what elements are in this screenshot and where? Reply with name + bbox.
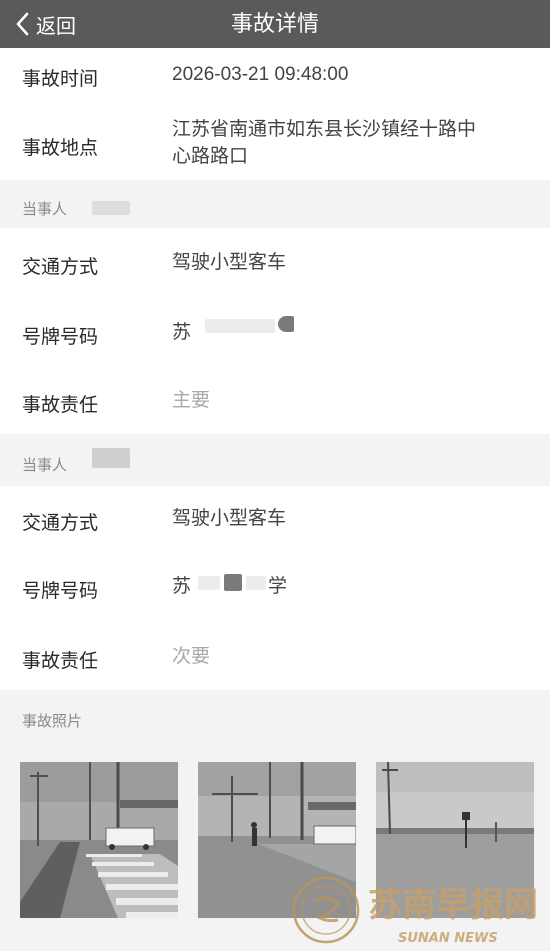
party-1-header: 当事人 bbox=[0, 180, 550, 228]
party-2-resp-row: 事故责任 次要 bbox=[0, 622, 550, 690]
resp-label: 事故责任 bbox=[22, 395, 99, 416]
party-2-header-label: 当事人 bbox=[22, 457, 68, 474]
watermark-name: 苏南早报网 bbox=[368, 885, 538, 925]
plate-suffix: 学 bbox=[268, 576, 288, 597]
redacted-plate-mark bbox=[278, 316, 294, 332]
place-value-line1: 江苏省南通市如东县长沙镇经十路中 bbox=[172, 119, 477, 140]
redacted-name bbox=[92, 201, 130, 215]
mode-value: 驾驶小型客车 bbox=[172, 508, 287, 529]
page-title: 事故详情 bbox=[230, 11, 319, 36]
watermark-sub: SUNAN NEWS bbox=[398, 931, 498, 946]
plate-label: 号牌号码 bbox=[22, 581, 99, 602]
plate-prefix: 苏 bbox=[172, 322, 192, 343]
watermark-seal-icon bbox=[292, 876, 360, 944]
party-1-resp-row: 事故责任 主要 bbox=[0, 368, 550, 434]
mode-value: 驾驶小型客车 bbox=[172, 252, 287, 273]
time-row: 事故时间 2026-03-21 09:48:00 bbox=[0, 48, 550, 102]
party-1-header-label: 当事人 bbox=[22, 201, 68, 218]
mode-label: 交通方式 bbox=[22, 257, 99, 278]
place-value-line2: 心路路口 bbox=[172, 146, 249, 167]
party-1-mode-row: 交通方式 驾驶小型客车 bbox=[0, 228, 550, 298]
time-value: 2026-03-21 09:48:00 bbox=[172, 64, 349, 85]
time-label: 事故时间 bbox=[22, 69, 99, 90]
news-watermark: 苏南早报网 SUNAN NEWS bbox=[280, 862, 550, 951]
redacted-plate-mark bbox=[224, 574, 242, 591]
resp-label: 事故责任 bbox=[22, 651, 99, 672]
nav-bar: 返回 事故详情 bbox=[0, 0, 550, 48]
redacted-plate bbox=[246, 576, 266, 590]
resp-value: 次要 bbox=[172, 646, 211, 667]
redacted-plate bbox=[205, 319, 275, 333]
party-2-mode-row: 交通方式 驾驶小型客车 bbox=[0, 486, 550, 552]
mode-label: 交通方式 bbox=[22, 513, 99, 534]
accident-photo-1[interactable] bbox=[20, 762, 178, 918]
photos-header-label: 事故照片 bbox=[22, 713, 83, 730]
plate-label: 号牌号码 bbox=[22, 327, 99, 348]
resp-value: 主要 bbox=[172, 390, 211, 411]
place-row: 事故地点 江苏省南通市如东县长沙镇经十路中 心路路口 bbox=[0, 102, 550, 180]
party-1-plate-row: 号牌号码 苏 bbox=[0, 298, 550, 368]
redacted-name bbox=[92, 448, 130, 468]
redacted-plate bbox=[198, 576, 220, 590]
place-label: 事故地点 bbox=[22, 138, 99, 159]
party-2-plate-row: 号牌号码 苏 学 bbox=[0, 552, 550, 622]
party-2-header: 当事人 bbox=[0, 434, 550, 486]
